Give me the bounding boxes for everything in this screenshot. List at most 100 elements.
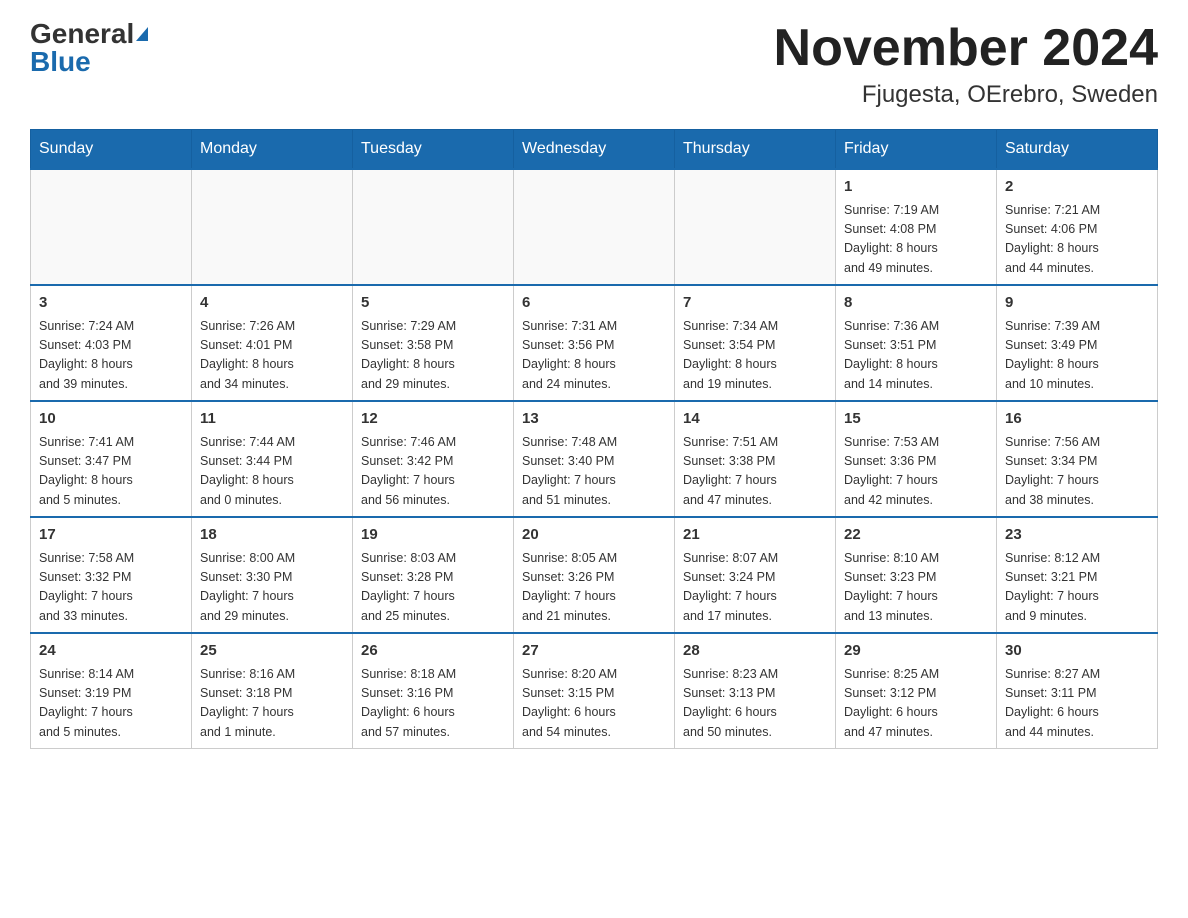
header-sunday: Sunday: [31, 130, 192, 170]
logo-triangle-icon: [136, 27, 148, 41]
day-info: Sunrise: 8:16 AM Sunset: 3:18 PM Dayligh…: [200, 665, 344, 743]
table-row: 6Sunrise: 7:31 AM Sunset: 3:56 PM Daylig…: [514, 285, 675, 401]
header-saturday: Saturday: [997, 130, 1158, 170]
day-info: Sunrise: 7:21 AM Sunset: 4:06 PM Dayligh…: [1005, 201, 1149, 279]
day-info: Sunrise: 8:12 AM Sunset: 3:21 PM Dayligh…: [1005, 549, 1149, 627]
table-row: 17Sunrise: 7:58 AM Sunset: 3:32 PM Dayli…: [31, 517, 192, 633]
table-row: 4Sunrise: 7:26 AM Sunset: 4:01 PM Daylig…: [192, 285, 353, 401]
day-number: 9: [1005, 292, 1149, 315]
table-row: 15Sunrise: 7:53 AM Sunset: 3:36 PM Dayli…: [836, 401, 997, 517]
table-row: [192, 169, 353, 285]
day-info: Sunrise: 7:48 AM Sunset: 3:40 PM Dayligh…: [522, 433, 666, 511]
table-row: 27Sunrise: 8:20 AM Sunset: 3:15 PM Dayli…: [514, 633, 675, 749]
day-info: Sunrise: 8:23 AM Sunset: 3:13 PM Dayligh…: [683, 665, 827, 743]
calendar-header-row: Sunday Monday Tuesday Wednesday Thursday…: [31, 130, 1158, 170]
day-info: Sunrise: 8:03 AM Sunset: 3:28 PM Dayligh…: [361, 549, 505, 627]
day-info: Sunrise: 7:29 AM Sunset: 3:58 PM Dayligh…: [361, 317, 505, 395]
day-number: 28: [683, 640, 827, 663]
day-number: 30: [1005, 640, 1149, 663]
day-number: 7: [683, 292, 827, 315]
day-number: 26: [361, 640, 505, 663]
table-row: 13Sunrise: 7:48 AM Sunset: 3:40 PM Dayli…: [514, 401, 675, 517]
header-monday: Monday: [192, 130, 353, 170]
day-info: Sunrise: 8:27 AM Sunset: 3:11 PM Dayligh…: [1005, 665, 1149, 743]
day-info: Sunrise: 7:19 AM Sunset: 4:08 PM Dayligh…: [844, 201, 988, 279]
table-row: 24Sunrise: 8:14 AM Sunset: 3:19 PM Dayli…: [31, 633, 192, 749]
header-thursday: Thursday: [675, 130, 836, 170]
table-row: 9Sunrise: 7:39 AM Sunset: 3:49 PM Daylig…: [997, 285, 1158, 401]
day-info: Sunrise: 7:24 AM Sunset: 4:03 PM Dayligh…: [39, 317, 183, 395]
day-number: 23: [1005, 524, 1149, 547]
header-tuesday: Tuesday: [353, 130, 514, 170]
day-info: Sunrise: 8:07 AM Sunset: 3:24 PM Dayligh…: [683, 549, 827, 627]
day-number: 17: [39, 524, 183, 547]
day-info: Sunrise: 8:20 AM Sunset: 3:15 PM Dayligh…: [522, 665, 666, 743]
day-number: 12: [361, 408, 505, 431]
header-wednesday: Wednesday: [514, 130, 675, 170]
table-row: [31, 169, 192, 285]
day-number: 20: [522, 524, 666, 547]
day-number: 13: [522, 408, 666, 431]
table-row: 8Sunrise: 7:36 AM Sunset: 3:51 PM Daylig…: [836, 285, 997, 401]
day-number: 2: [1005, 176, 1149, 199]
month-year-title: November 2024: [774, 20, 1158, 77]
table-row: [353, 169, 514, 285]
table-row: 22Sunrise: 8:10 AM Sunset: 3:23 PM Dayli…: [836, 517, 997, 633]
calendar-table: Sunday Monday Tuesday Wednesday Thursday…: [30, 129, 1158, 749]
day-number: 6: [522, 292, 666, 315]
logo: General Blue: [30, 20, 148, 76]
table-row: 25Sunrise: 8:16 AM Sunset: 3:18 PM Dayli…: [192, 633, 353, 749]
table-row: 5Sunrise: 7:29 AM Sunset: 3:58 PM Daylig…: [353, 285, 514, 401]
day-info: Sunrise: 7:36 AM Sunset: 3:51 PM Dayligh…: [844, 317, 988, 395]
day-info: Sunrise: 7:46 AM Sunset: 3:42 PM Dayligh…: [361, 433, 505, 511]
day-info: Sunrise: 7:26 AM Sunset: 4:01 PM Dayligh…: [200, 317, 344, 395]
table-row: 28Sunrise: 8:23 AM Sunset: 3:13 PM Dayli…: [675, 633, 836, 749]
table-row: 18Sunrise: 8:00 AM Sunset: 3:30 PM Dayli…: [192, 517, 353, 633]
table-row: 21Sunrise: 8:07 AM Sunset: 3:24 PM Dayli…: [675, 517, 836, 633]
day-number: 22: [844, 524, 988, 547]
day-number: 16: [1005, 408, 1149, 431]
table-row: 3Sunrise: 7:24 AM Sunset: 4:03 PM Daylig…: [31, 285, 192, 401]
calendar-week-row: 3Sunrise: 7:24 AM Sunset: 4:03 PM Daylig…: [31, 285, 1158, 401]
table-row: 11Sunrise: 7:44 AM Sunset: 3:44 PM Dayli…: [192, 401, 353, 517]
title-area: November 2024 Fjugesta, OErebro, Sweden: [774, 20, 1158, 109]
day-number: 21: [683, 524, 827, 547]
table-row: [514, 169, 675, 285]
day-info: Sunrise: 8:10 AM Sunset: 3:23 PM Dayligh…: [844, 549, 988, 627]
day-number: 11: [200, 408, 344, 431]
logo-general: General: [30, 20, 134, 48]
day-info: Sunrise: 7:44 AM Sunset: 3:44 PM Dayligh…: [200, 433, 344, 511]
page-header: General Blue November 2024 Fjugesta, OEr…: [30, 20, 1158, 109]
day-info: Sunrise: 8:14 AM Sunset: 3:19 PM Dayligh…: [39, 665, 183, 743]
table-row: 1Sunrise: 7:19 AM Sunset: 4:08 PM Daylig…: [836, 169, 997, 285]
day-number: 3: [39, 292, 183, 315]
table-row: 19Sunrise: 8:03 AM Sunset: 3:28 PM Dayli…: [353, 517, 514, 633]
logo-blue: Blue: [30, 46, 91, 77]
day-info: Sunrise: 7:41 AM Sunset: 3:47 PM Dayligh…: [39, 433, 183, 511]
table-row: 14Sunrise: 7:51 AM Sunset: 3:38 PM Dayli…: [675, 401, 836, 517]
day-info: Sunrise: 8:00 AM Sunset: 3:30 PM Dayligh…: [200, 549, 344, 627]
calendar-week-row: 17Sunrise: 7:58 AM Sunset: 3:32 PM Dayli…: [31, 517, 1158, 633]
day-number: 1: [844, 176, 988, 199]
day-number: 18: [200, 524, 344, 547]
table-row: 29Sunrise: 8:25 AM Sunset: 3:12 PM Dayli…: [836, 633, 997, 749]
table-row: 12Sunrise: 7:46 AM Sunset: 3:42 PM Dayli…: [353, 401, 514, 517]
day-number: 8: [844, 292, 988, 315]
location-title: Fjugesta, OErebro, Sweden: [774, 81, 1158, 109]
day-number: 25: [200, 640, 344, 663]
day-info: Sunrise: 7:39 AM Sunset: 3:49 PM Dayligh…: [1005, 317, 1149, 395]
day-info: Sunrise: 8:25 AM Sunset: 3:12 PM Dayligh…: [844, 665, 988, 743]
table-row: 16Sunrise: 7:56 AM Sunset: 3:34 PM Dayli…: [997, 401, 1158, 517]
day-info: Sunrise: 7:31 AM Sunset: 3:56 PM Dayligh…: [522, 317, 666, 395]
table-row: 20Sunrise: 8:05 AM Sunset: 3:26 PM Dayli…: [514, 517, 675, 633]
day-number: 10: [39, 408, 183, 431]
day-info: Sunrise: 8:18 AM Sunset: 3:16 PM Dayligh…: [361, 665, 505, 743]
table-row: 30Sunrise: 8:27 AM Sunset: 3:11 PM Dayli…: [997, 633, 1158, 749]
table-row: 26Sunrise: 8:18 AM Sunset: 3:16 PM Dayli…: [353, 633, 514, 749]
day-info: Sunrise: 7:56 AM Sunset: 3:34 PM Dayligh…: [1005, 433, 1149, 511]
day-info: Sunrise: 7:51 AM Sunset: 3:38 PM Dayligh…: [683, 433, 827, 511]
header-friday: Friday: [836, 130, 997, 170]
calendar-week-row: 24Sunrise: 8:14 AM Sunset: 3:19 PM Dayli…: [31, 633, 1158, 749]
table-row: [675, 169, 836, 285]
day-number: 4: [200, 292, 344, 315]
